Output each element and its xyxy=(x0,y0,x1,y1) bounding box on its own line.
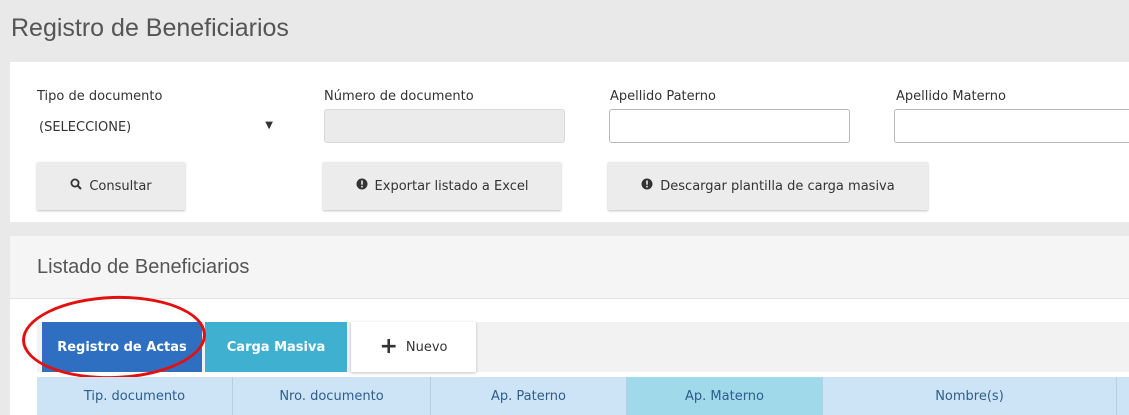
apellido-materno-label: Apellido Materno xyxy=(896,89,1006,104)
column-header-ap-paterno[interactable]: Ap. Paterno xyxy=(431,377,627,415)
tipo-documento-label: Tipo de documento xyxy=(37,89,163,104)
column-header-tip-documento[interactable]: Tip. documento xyxy=(37,377,233,415)
page-title: Registro de Beneficiarios xyxy=(11,14,289,42)
column-header-nro-documento[interactable]: Nro. documento xyxy=(233,377,431,415)
tab-carga-masiva[interactable]: Carga Masiva xyxy=(205,322,347,372)
caret-down-icon: ▼ xyxy=(265,120,273,131)
column-header-nombres[interactable]: Nombre(s) xyxy=(823,377,1117,415)
download-circle-icon xyxy=(356,178,368,194)
apellido-paterno-input[interactable] xyxy=(609,109,850,143)
descargar-label: Descargar plantilla de carga masiva xyxy=(660,178,895,194)
list-title: Listado de Beneficiarios xyxy=(37,256,250,278)
tipo-documento-select[interactable]: (SELECCIONE) ▼ xyxy=(37,110,278,142)
nuevo-label: Nuevo xyxy=(405,339,448,355)
apellido-materno-input[interactable] xyxy=(894,109,1129,143)
descargar-plantilla-button[interactable]: Descargar plantilla de carga masiva xyxy=(608,162,928,210)
nuevo-button[interactable]: + Nuevo xyxy=(351,322,476,372)
column-header-ap-materno[interactable]: Ap. Materno xyxy=(627,377,823,415)
apellido-paterno-label: Apellido Paterno xyxy=(610,89,716,104)
consultar-label: Consultar xyxy=(89,178,152,194)
tipo-documento-value: (SELECCIONE) xyxy=(39,120,132,135)
search-icon xyxy=(70,178,83,194)
download-circle-icon xyxy=(641,178,653,194)
exportar-label: Exportar listado a Excel xyxy=(374,178,529,194)
numero-documento-input[interactable] xyxy=(324,109,565,143)
consultar-button[interactable]: Consultar xyxy=(37,162,185,210)
numero-documento-label: Número de documento xyxy=(324,89,474,104)
exportar-excel-button[interactable]: Exportar listado a Excel xyxy=(323,162,561,210)
plus-icon: + xyxy=(379,334,398,359)
tab-registro-actas[interactable]: Registro de Actas xyxy=(42,322,202,372)
